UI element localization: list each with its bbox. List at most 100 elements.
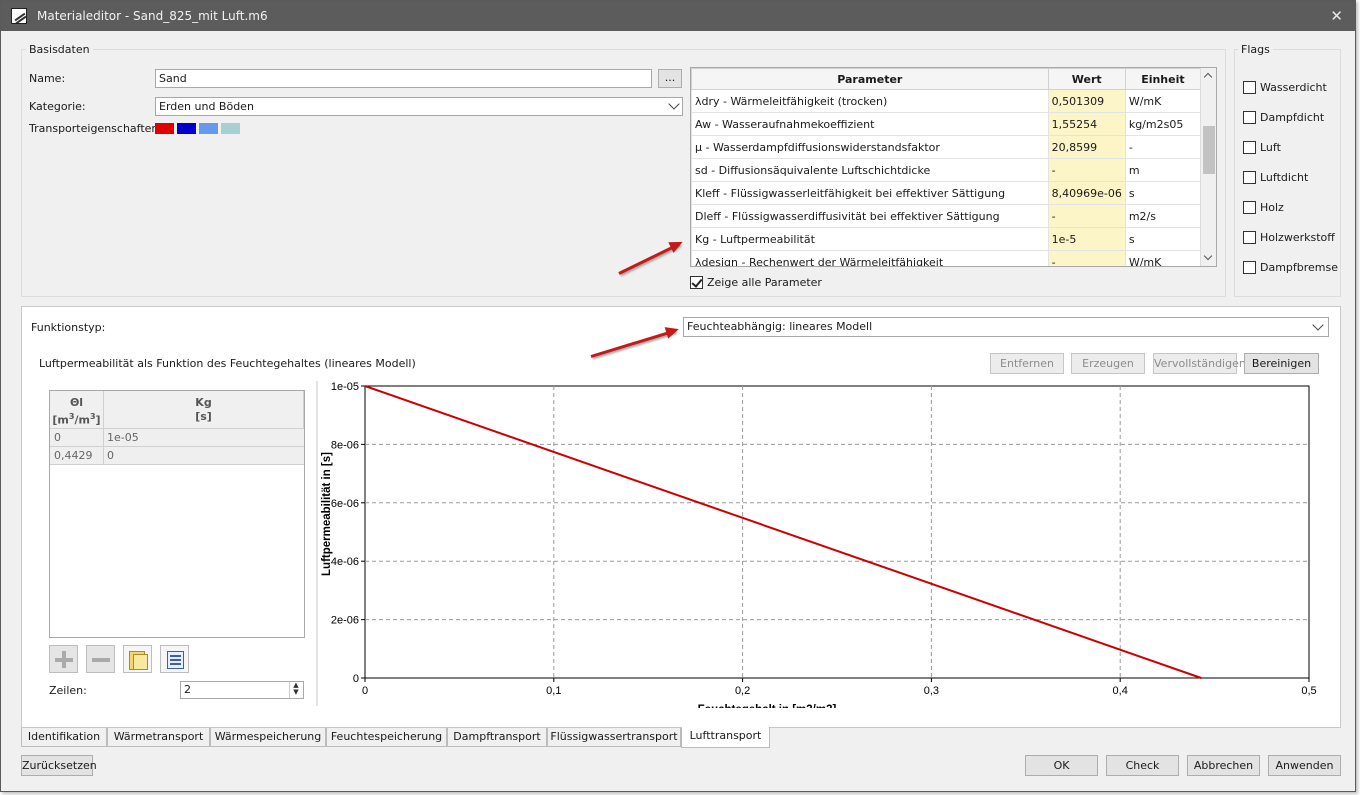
parameter-cell: Aw - Wasseraufnahmekoeffizient	[691, 112, 1049, 136]
theta-cell[interactable]: 0,4429	[54, 449, 93, 462]
wert-cell[interactable]: 1,55254	[1047, 112, 1126, 136]
kg-column-header[interactable]: Kg [s]	[104, 391, 304, 429]
cancel-button[interactable]: Abbrechen	[1187, 755, 1260, 776]
flag-dampfbremse-checkbox[interactable]	[1243, 261, 1256, 274]
einheit-cell: W/mK	[1124, 250, 1202, 266]
permeability-chart: 0 0,1 0,2 0,3 0,4 0,5 0 2e-06 4e-06 6e-06 8e-06 1e-…	[321, 381, 1317, 708]
flag-holz-checkbox[interactable]	[1243, 201, 1256, 214]
add-row-icon[interactable]	[49, 645, 78, 673]
transport-swatch-1	[155, 123, 174, 134]
tab-identifikation[interactable]: Identifikation	[21, 728, 107, 747]
kg-header-unit: [s]	[195, 410, 212, 423]
browse-button[interactable]: ...	[658, 69, 682, 88]
ok-button[interactable]: OK	[1025, 755, 1098, 776]
flag-dampfdicht-checkbox[interactable]	[1243, 111, 1256, 124]
table-row[interactable]: μ - Wasserdampfdiffusionswiderstandsfakt…	[691, 135, 1202, 159]
scroll-down-icon[interactable]	[1203, 251, 1213, 261]
apply-button[interactable]: Anwenden	[1268, 755, 1341, 776]
kg-header-name: Kg	[195, 396, 212, 409]
flag-dampfbremse-label: Dampfbremse	[1260, 261, 1339, 274]
reset-button[interactable]: Zurücksetzen	[21, 755, 97, 776]
y-tick-label: 6e-06	[331, 498, 359, 510]
spin-arrows-icon[interactable]: ▲ ▼	[289, 682, 302, 698]
tab-waermespeicherung[interactable]: Wärmespeicherung	[210, 728, 326, 747]
table-row[interactable]: 0,4429 0	[50, 447, 304, 465]
show-all-checkbox[interactable]	[690, 276, 703, 289]
plot-area	[364, 385, 1310, 679]
flag-holz-label: Holz	[1260, 201, 1284, 214]
remove-button[interactable]: Entfernen	[990, 353, 1064, 374]
table-row[interactable]: sd - Diffusionsäquivalente Luftschichtdi…	[691, 158, 1202, 182]
parameter-table-scrollbar[interactable]	[1200, 68, 1216, 266]
table-row[interactable]: λdry - Wärmeleitfähigkeit (trocken) 0,50…	[691, 89, 1202, 113]
table-row[interactable]: Aw - Wasseraufnahmekoeffizient 1,55254 k…	[691, 112, 1202, 136]
function-type-value: Feuchteabhängig: lineares Modell	[687, 320, 873, 333]
parameter-cell: sd - Diffusionsäquivalente Luftschichtdi…	[691, 158, 1049, 182]
table-row[interactable]: Kg - Luftpermeabilität 1e-5 s	[691, 227, 1202, 251]
tab-feuchtespeicherung[interactable]: Feuchtespeicherung	[326, 728, 447, 747]
einheit-cell: kg/m2s05	[1124, 112, 1202, 136]
tab-waermetransport[interactable]: Wärmetransport	[107, 728, 210, 747]
close-icon[interactable]: ✕	[1330, 7, 1343, 25]
einheit-cell: m	[1124, 158, 1202, 182]
wert-cell[interactable]: -	[1047, 158, 1126, 182]
flag-wasserdicht-label: Wasserdicht	[1260, 81, 1327, 94]
wert-header: Wert	[1047, 68, 1126, 90]
remove-row-icon[interactable]	[86, 645, 115, 673]
wert-cell[interactable]: 20,8599	[1047, 135, 1126, 159]
theta-cell[interactable]: 0	[54, 431, 61, 444]
y-tick-label: 8e-06	[331, 439, 359, 451]
kg-cell[interactable]: 1e-05	[107, 431, 139, 444]
name-input[interactable]: Sand	[155, 69, 652, 88]
flag-luft-label: Luft	[1260, 141, 1281, 154]
wert-cell[interactable]: -	[1047, 204, 1126, 228]
transport-label: Transporteigenschaften:	[29, 122, 163, 135]
create-button[interactable]: Erzeugen	[1071, 353, 1145, 374]
table-row[interactable]: Dleff - Flüssigwasserdiffusivität bei ef…	[691, 204, 1202, 228]
einheit-header: Einheit	[1124, 68, 1202, 90]
parameter-cell: μ - Wasserdampfdiffusionswiderstandsfakt…	[691, 135, 1049, 159]
function-type-select[interactable]: Feuchteabhängig: lineares Modell	[683, 317, 1329, 337]
import-table-icon[interactable]	[160, 645, 189, 673]
table-row[interactable]: λdesign - Rechenwert der Wärmeleitfähigk…	[691, 250, 1202, 266]
table-row[interactable]: Kleff - Flüssigwasserleitfähigkeit bei e…	[691, 181, 1202, 205]
theta-header-name: Θl	[69, 396, 84, 409]
scroll-up-icon[interactable]	[1203, 72, 1213, 82]
kategorie-value: Erden und Böden	[159, 100, 254, 113]
flag-luft-checkbox[interactable]	[1243, 141, 1256, 154]
wert-cell[interactable]: 0,501309	[1047, 89, 1126, 113]
clean-button[interactable]: Bereinigen	[1244, 353, 1319, 374]
x-axis-label: Feuchtegehalt in [m3/m3]	[698, 704, 837, 708]
app-icon	[11, 8, 27, 24]
theta-column-header[interactable]: Θl [m3/m3]	[50, 391, 104, 429]
y-tick-label: 2e-06	[331, 615, 359, 627]
function-caption: Luftpermeabilität als Funktion des Feuch…	[39, 357, 416, 370]
open-folder-icon[interactable]	[123, 645, 152, 673]
tab-dampftransport[interactable]: Dampftransport	[447, 728, 547, 747]
flag-luftdicht-checkbox[interactable]	[1243, 171, 1256, 184]
x-tick-label: 0,2	[735, 685, 750, 697]
parameter-cell: Kleff - Flüssigwasserleitfähigkeit bei e…	[691, 181, 1049, 205]
function-type-label: Funktionstyp:	[31, 321, 106, 334]
flag-holzwerkstoff-checkbox[interactable]	[1243, 231, 1256, 244]
kg-cell[interactable]: 0	[107, 449, 114, 462]
scroll-thumb[interactable]	[1203, 126, 1215, 174]
flag-wasserdicht-checkbox[interactable]	[1243, 81, 1256, 94]
complete-button[interactable]: Vervollständigen	[1153, 353, 1246, 374]
table-row[interactable]: 0 1e-05	[50, 429, 304, 447]
y-tick-label: 1e-05	[331, 381, 359, 393]
einheit-cell: -	[1124, 135, 1202, 159]
parameter-cell: λdry - Wärmeleitfähigkeit (trocken)	[691, 89, 1049, 113]
wert-cell[interactable]: 8,40969e-06	[1047, 181, 1126, 205]
rows-spinbox[interactable]: 2 ▲ ▼	[180, 681, 304, 699]
wert-cell[interactable]: -	[1047, 250, 1126, 266]
kategorie-select[interactable]: Erden und Böden	[155, 97, 683, 116]
title-bar: Materialeditor - Sand_825_mit Luft.m6 ✕	[1, 1, 1355, 31]
tab-fluessigwassertransport[interactable]: Flüssigwassertransport	[547, 728, 681, 747]
wert-cell[interactable]: 1e-5	[1047, 227, 1126, 251]
check-button[interactable]: Check	[1106, 755, 1179, 776]
flags-label: Flags	[1238, 43, 1273, 56]
tab-lufttransport[interactable]: Lufttransport	[681, 727, 770, 748]
parameter-cell: Dleff - Flüssigwasserdiffusivität bei ef…	[691, 204, 1049, 228]
y-axis-label: Luftpermeabilität in [s]	[321, 452, 333, 576]
